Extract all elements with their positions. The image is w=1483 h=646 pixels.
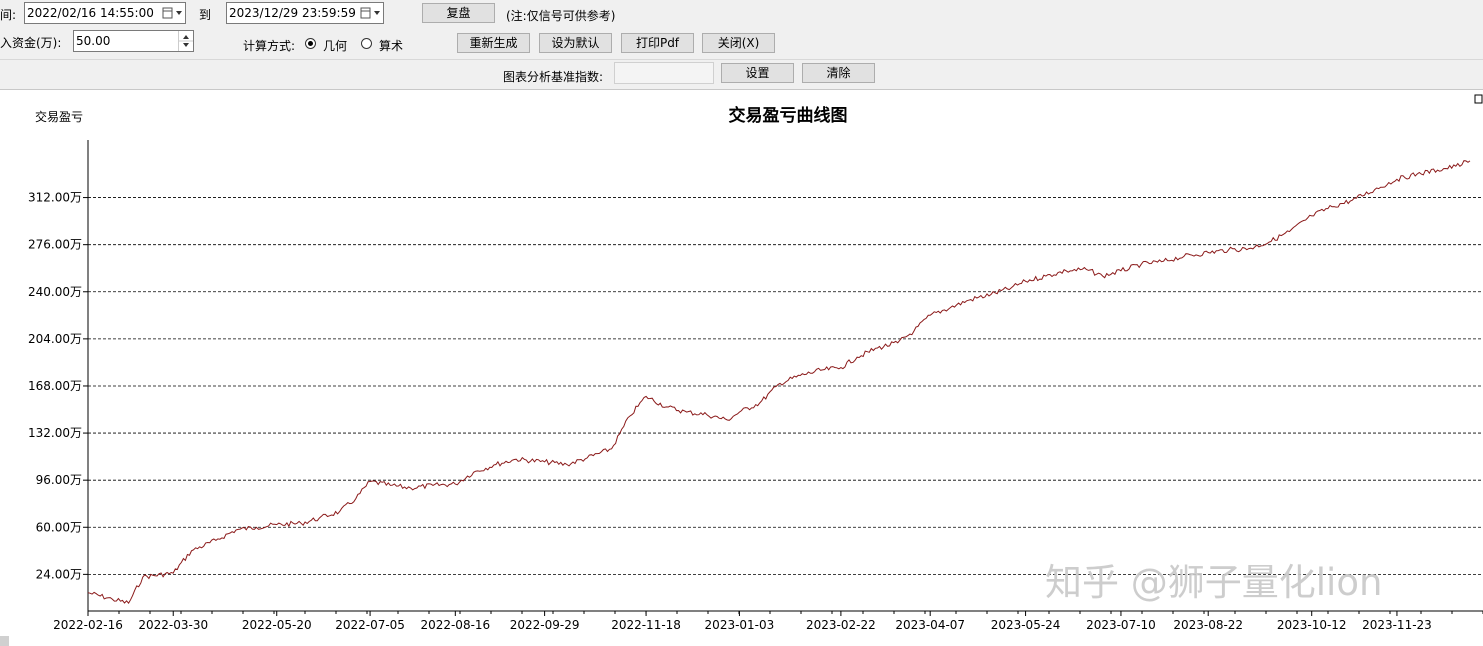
time-label: 间: [0, 8, 17, 22]
x-tick-label: 2023-07-10 [1086, 618, 1156, 632]
chart-title: 交易盈亏曲线图 [729, 105, 848, 126]
start-date-picker[interactable]: 2022/02/16 14:55:00 [24, 2, 186, 24]
set-button[interactable]: 设置 [721, 63, 794, 83]
print-pdf-button[interactable]: 打印Pdf [621, 33, 694, 53]
y-tick-label: 276.00万 [28, 238, 82, 252]
index-label: 图表分析基准指数: [503, 70, 604, 84]
stepper-arrows-icon[interactable] [178, 31, 193, 51]
set-default-button[interactable]: 设为默认 [539, 33, 612, 53]
capital-label: 入资金(万): [0, 36, 62, 50]
x-tick-label: 2023-08-22 [1173, 618, 1243, 632]
replay-button[interactable]: 复盘 [422, 3, 495, 23]
resize-handle-icon[interactable] [1474, 94, 1483, 104]
y-tick-label: 132.00万 [28, 426, 82, 440]
x-tick-label: 2023-04-07 [895, 618, 965, 632]
radio-arithmetic[interactable] [361, 38, 372, 49]
y-tick-label: 168.00万 [28, 379, 82, 393]
y-tick-label: 96.00万 [36, 473, 82, 487]
radio-geometric-label: 几何 [323, 39, 348, 53]
x-tick-label: 2022-03-30 [138, 618, 208, 632]
pnl-series-line [87, 160, 1471, 604]
radio-arithmetic-label: 算术 [379, 39, 404, 53]
watermark-text: 知乎 @狮子量化lion [1045, 561, 1382, 604]
x-tick-label: 2022-05-20 [242, 618, 312, 632]
benchmark-index-input[interactable] [614, 62, 714, 84]
x-tick-label: 2022-02-16 [53, 618, 123, 632]
x-tick-label: 2022-09-29 [510, 618, 580, 632]
x-tick-label: 2023-05-24 [991, 618, 1061, 632]
to-label: 到 [199, 8, 212, 22]
y-tick-label: 204.00万 [28, 332, 82, 346]
y-tick-label: 60.00万 [36, 520, 82, 534]
divider [0, 59, 1483, 60]
x-tick-label: 2023-02-22 [806, 618, 876, 632]
calendar-dropdown-icon[interactable] [358, 4, 382, 22]
close-button[interactable]: 关闭(X) [702, 33, 775, 53]
note-text: (注:仅信号可供参考) [506, 9, 616, 23]
y-tick-label: 312.00万 [28, 191, 82, 205]
radio-geometric[interactable] [305, 38, 316, 49]
scroll-corner [0, 636, 9, 646]
y-tick-label: 240.00万 [28, 285, 82, 299]
pnl-chart: 24.00万 60.00万 96.00万 132.00万 168.00万 204.00万 2… [0, 94, 1483, 646]
calc-method-label: 计算方式: [243, 39, 296, 53]
y-tick-label: 24.00万 [36, 567, 82, 581]
regenerate-button[interactable]: 重新生成 [457, 33, 530, 53]
end-date-value: 2023/12/29 23:59:59 [229, 6, 356, 20]
y-axis-label: 交易盈亏 [35, 109, 83, 124]
x-tick-label: 2022-11-18 [611, 618, 681, 632]
clear-button[interactable]: 清除 [802, 63, 875, 83]
calendar-dropdown-icon[interactable] [160, 4, 184, 22]
capital-stepper[interactable]: 50.00 [73, 30, 194, 52]
x-tick-label: 2022-07-05 [335, 618, 405, 632]
x-tick-label: 2023-11-23 [1362, 618, 1432, 632]
start-date-value: 2022/02/16 14:55:00 [27, 6, 154, 20]
end-date-picker[interactable]: 2023/12/29 23:59:59 [226, 2, 384, 24]
x-tick-label: 2023-01-03 [705, 618, 775, 632]
x-tick-label: 2022-08-16 [420, 618, 490, 632]
x-tick-label: 2023-10-12 [1277, 618, 1347, 632]
capital-value: 50.00 [76, 34, 111, 48]
